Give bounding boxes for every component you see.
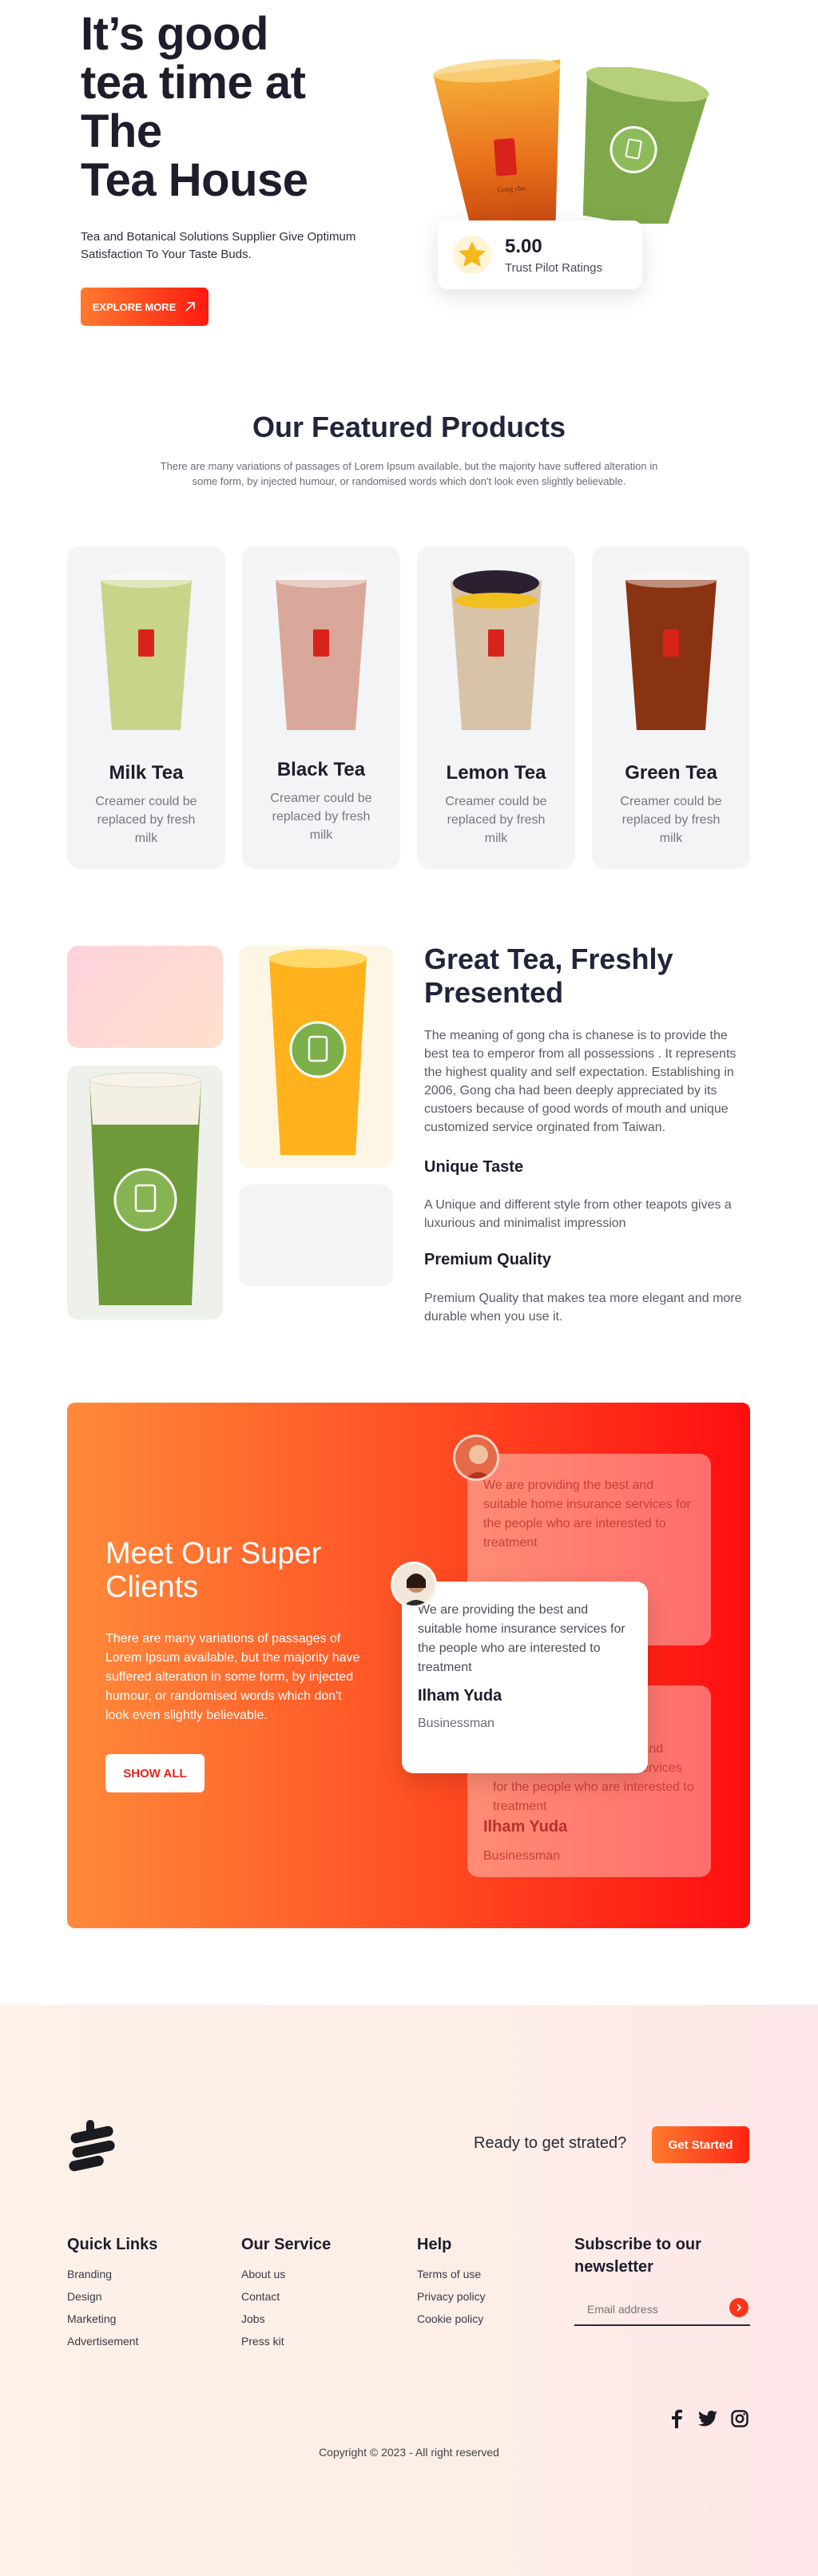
twitter-icon[interactable] <box>697 2408 718 2429</box>
newsletter-email-input[interactable] <box>574 2294 750 2326</box>
rating-value: 5.00 <box>505 235 542 257</box>
product-card[interactable]: Milk Tea Creamer could be replaced by fre… <box>67 546 225 869</box>
rating-text: 5.00 Trust Pilot Ratings <box>505 236 602 275</box>
product-cup-image <box>101 572 192 730</box>
testimonial-role: Businessman <box>483 1849 561 1863</box>
show-all-button[interactable]: SHOW ALL <box>105 1754 204 1792</box>
footer-col-help: Help Terms of use Privacy policy Cookie … <box>417 2233 561 2326</box>
chevron-right-icon <box>737 2304 742 2312</box>
great-tea-title: Great Tea, Freshly Presented <box>424 943 673 1009</box>
feature-title-premium: Premium Quality <box>424 1251 551 1268</box>
product-desc: Creamer could be replaced by fresh milk <box>270 792 372 842</box>
clients-title: Meet Our Super Clients <box>105 1537 322 1604</box>
footer-link-marketing[interactable]: Marketing <box>67 2312 227 2326</box>
copyright-text: Copyright © 2023 - All right reserved <box>319 2446 499 2459</box>
footer-link-privacy[interactable]: Privacy policy <box>417 2289 561 2304</box>
matcha-latte-tile <box>67 1066 223 1320</box>
footer-link-contact[interactable]: Contact <box>241 2289 401 2304</box>
hero-orange-tea-cup: Gong cha <box>430 58 574 229</box>
testimonial-name: Ilham Yuda <box>483 1818 568 1836</box>
get-started-button[interactable]: Get Started <box>652 2126 749 2163</box>
footer-col-quick-links: Quick Links Branding Design Marketing Ad… <box>67 2233 227 2348</box>
product-desc: Creamer could be replaced by fresh milk <box>95 795 197 845</box>
pink-tile <box>67 946 223 1048</box>
footer-link-jobs[interactable]: Jobs <box>241 2312 401 2326</box>
testimonial-quote: We are providing the best and suitable h… <box>418 1603 625 1674</box>
product-card[interactable]: Green Tea Creamer could be replaced by fr… <box>592 546 750 869</box>
footer-col-title: Quick Links <box>67 2236 158 2253</box>
star-icon <box>453 236 491 274</box>
footer-link-terms[interactable]: Terms of use <box>417 2267 561 2281</box>
orange-tea-cup <box>269 949 367 1155</box>
product-cup-image <box>276 572 367 730</box>
clients-text: There are many variations of passages of… <box>105 1632 360 1722</box>
instagram-icon[interactable] <box>729 2408 750 2429</box>
product-name: Black Tea <box>276 759 366 780</box>
newsletter-submit-button[interactable] <box>729 2298 749 2317</box>
facebook-icon[interactable] <box>666 2408 687 2429</box>
hero-title: It’s good tea time at The Tea House <box>81 8 308 206</box>
rating-card: 5.00 Trust Pilot Ratings <box>438 220 642 289</box>
product-card[interactable]: Lemon Tea Creamer could be replaced by fr… <box>417 546 575 869</box>
testimonial-role: Businessman <box>418 1717 495 1730</box>
testimonial-quote: We are providing the best and suitable h… <box>483 1479 691 1550</box>
featured-title: Our Featured Products <box>252 411 566 443</box>
rating-label: Trust Pilot Ratings <box>505 260 602 275</box>
great-tea-body: The meaning of gong cha is chanese is to… <box>424 1029 737 1134</box>
matcha-latte-cup <box>89 1072 202 1305</box>
footer-col-title: Help <box>417 2236 452 2253</box>
footer-col-our-service: Our Service About us Contact Jobs Press … <box>241 2233 401 2348</box>
product-cup-image <box>625 572 717 730</box>
feature-body-premium: Premium Quality that makes tea more eleg… <box>424 1292 742 1324</box>
hero-subtitle: Tea and Botanical Solutions Supplier Giv… <box>81 230 356 261</box>
product-desc: Creamer could be replaced by fresh milk <box>620 795 722 845</box>
feature-body-unique: A Unique and different style from other … <box>424 1198 732 1230</box>
grey-tile <box>239 1185 393 1286</box>
footer-link-cookie[interactable]: Cookie policy <box>417 2312 561 2326</box>
brand-logo-icon[interactable] <box>67 2120 120 2173</box>
orange-tea-tile <box>239 946 393 1168</box>
product-name: Milk Tea <box>109 762 184 784</box>
featured-subtitle: There are many variations of passages of… <box>160 460 658 487</box>
footer-col-title: Our Service <box>241 2236 332 2253</box>
footer-cta-text: Ready to get strated? <box>474 2134 627 2152</box>
product-cup-image <box>451 570 542 730</box>
arrow-up-right-icon <box>185 302 196 312</box>
hero-matcha-cup <box>564 65 709 231</box>
product-card[interactable]: Black Tea Creamer could be replaced by fr… <box>242 546 400 869</box>
product-name: Lemon Tea <box>446 762 546 784</box>
product-name: Green Tea <box>625 762 717 784</box>
testimonial-name: Ilham Yuda <box>418 1687 502 1705</box>
footer-link-about[interactable]: About us <box>241 2267 401 2281</box>
testimonial-card-front: We are providing the best and suitable h… <box>402 1582 648 1773</box>
explore-more-button[interactable]: EXPLORE MORE <box>81 288 208 326</box>
feature-title-unique: Unique Taste <box>424 1158 524 1176</box>
newsletter-title: Subscribe to our newsletter <box>574 2236 701 2276</box>
product-desc: Creamer could be replaced by fresh milk <box>445 795 547 845</box>
footer-link-design[interactable]: Design <box>67 2289 227 2304</box>
footer-link-branding[interactable]: Branding <box>67 2267 227 2281</box>
footer-link-press-kit[interactable]: Press kit <box>241 2334 401 2348</box>
client-avatar-front <box>391 1562 437 1608</box>
client-avatar-top <box>453 1435 499 1481</box>
explore-more-label: EXPLORE MORE <box>92 300 177 313</box>
footer-link-advertisement[interactable]: Advertisement <box>67 2334 227 2348</box>
